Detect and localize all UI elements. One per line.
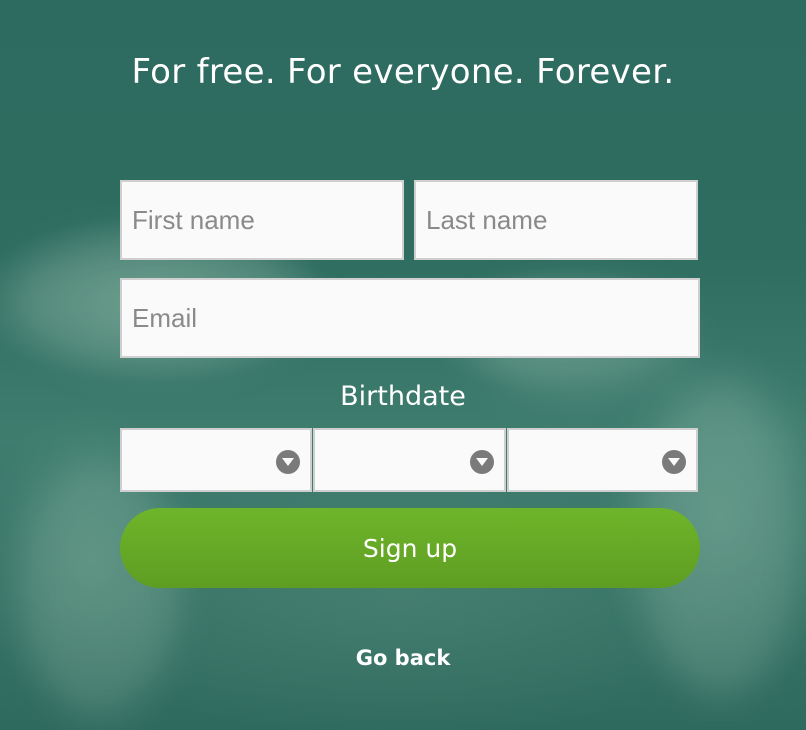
birthdate-day-select[interactable]	[313, 428, 506, 492]
last-name-field[interactable]	[414, 180, 698, 260]
go-back-link[interactable]: Go back	[0, 646, 806, 670]
birthdate-label: Birthdate	[340, 381, 466, 412]
chevron-down-icon	[662, 450, 686, 474]
email-field[interactable]	[120, 278, 700, 358]
birthdate-year-select[interactable]	[507, 428, 698, 492]
background-image	[0, 0, 806, 730]
sign-up-button[interactable]: Sign up	[120, 508, 700, 588]
chevron-down-icon	[276, 450, 300, 474]
chevron-down-icon	[470, 450, 494, 474]
page-headline: For free. For everyone. Forever.	[131, 52, 675, 92]
first-name-field[interactable]	[120, 180, 404, 260]
background-blur-shape	[20, 460, 180, 720]
birthdate-month-select[interactable]	[120, 428, 312, 492]
